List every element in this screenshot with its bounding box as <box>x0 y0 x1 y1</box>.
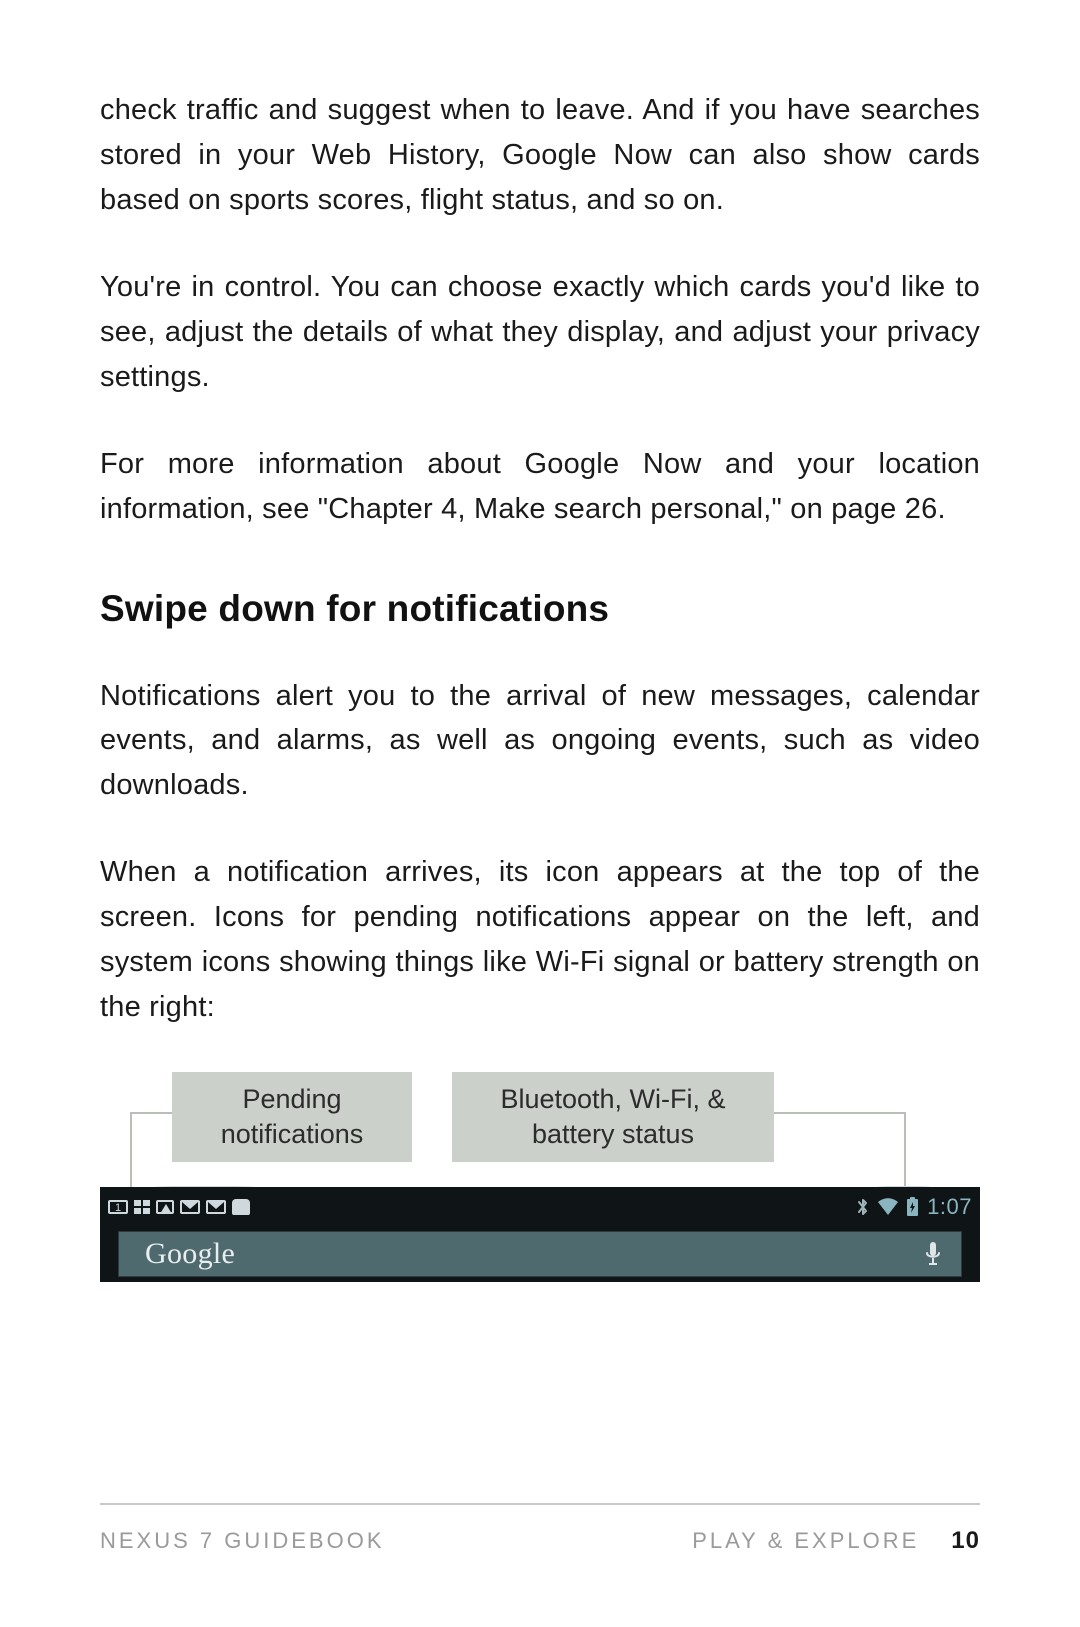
callout-system-status: Bluetooth, Wi-Fi, & battery status <box>452 1072 774 1162</box>
text-run: . <box>937 493 945 525</box>
statusbar-figure: Pending notifications Bluetooth, Wi-Fi, … <box>100 1072 980 1282</box>
footer-rule <box>100 1503 980 1505</box>
leader-line <box>130 1112 172 1114</box>
image-icon <box>156 1200 174 1214</box>
apps-grid-icon <box>134 1200 150 1214</box>
callout-pending-notifications: Pending notifications <box>172 1072 412 1162</box>
mail-icon <box>206 1200 226 1214</box>
android-statusbar-screenshot: 1:07 Google <box>100 1187 980 1282</box>
battery-charging-icon <box>906 1197 919 1217</box>
microphone-icon[interactable] <box>923 1240 943 1268</box>
page-number: 10 <box>951 1527 980 1555</box>
document-page: check traffic and suggest when to leave.… <box>0 0 1080 1627</box>
leader-line <box>774 1112 904 1114</box>
body-paragraph: For more information about Google Now an… <box>100 442 980 532</box>
page-footer: NEXUS 7 GUIDEBOOK PLAY & EXPLORE 10 <box>100 1503 980 1555</box>
status-clock: 1:07 <box>927 1194 972 1220</box>
wifi-icon <box>876 1198 900 1216</box>
bluetooth-icon <box>856 1196 870 1218</box>
footer-book-title: NEXUS 7 GUIDEBOOK <box>100 1528 385 1554</box>
android-icon <box>232 1199 250 1215</box>
body-paragraph: When a notification arrives, its icon ap… <box>100 850 980 1030</box>
system-icons-area: 1:07 <box>856 1194 972 1220</box>
body-paragraph: check traffic and suggest when to leave.… <box>100 88 980 223</box>
section-heading: Swipe down for notifications <box>100 588 980 630</box>
footer-chapter-title: PLAY & EXPLORE <box>692 1528 919 1554</box>
cross-reference-link[interactable]: "Chapter 4, Make search personal," on pa… <box>318 493 938 525</box>
notification-icons-area <box>108 1199 250 1215</box>
callout-layer: Pending notifications Bluetooth, Wi-Fi, … <box>100 1072 980 1172</box>
update-icon <box>108 1200 128 1214</box>
google-search-bar[interactable]: Google <box>118 1231 962 1277</box>
google-wordmark: Google <box>145 1237 235 1271</box>
mail-icon <box>180 1200 200 1214</box>
body-paragraph: Notifications alert you to the arrival o… <box>100 674 980 809</box>
status-bar: 1:07 <box>100 1187 980 1227</box>
body-paragraph: You're in control. You can choose exactl… <box>100 265 980 400</box>
